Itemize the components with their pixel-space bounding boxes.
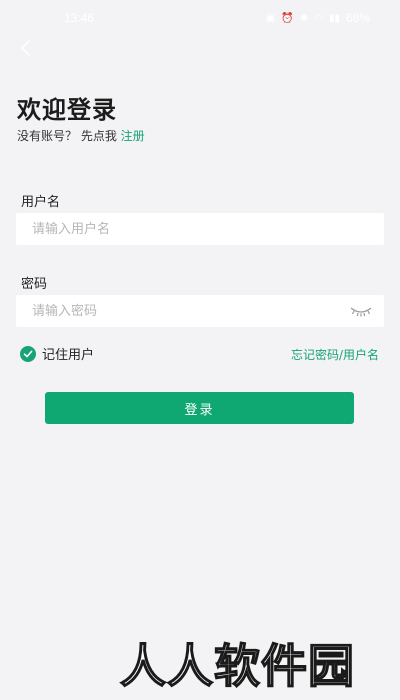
- status-icons: ▣ ⏰ ✱ ◠ ▮▮ 68%: [266, 11, 370, 25]
- back-arrow-icon[interactable]: [16, 38, 36, 58]
- status-time: 13:46: [64, 11, 95, 25]
- register-link[interactable]: 注册: [121, 129, 145, 143]
- checkmark-icon: [20, 345, 36, 362]
- battery-percentage: 68%: [345, 11, 370, 25]
- password-input[interactable]: [16, 295, 384, 327]
- forgot-password-link[interactable]: 忘记密码/用户名: [291, 346, 379, 363]
- username-input[interactable]: [16, 213, 384, 245]
- status-bar: 13:46 ▣ ⏰ ✱ ◠ ▮▮ 68%: [0, 0, 400, 36]
- notification-icon: ▣: [265, 12, 276, 24]
- password-label: 密码: [21, 277, 48, 292]
- page-title: 欢迎登录: [17, 96, 117, 124]
- login-button[interactable]: 登录: [45, 392, 354, 424]
- username-label: 用户名: [21, 195, 61, 210]
- alarm-icon: ⏰: [281, 12, 294, 24]
- signal-icon: ▮▮: [328, 12, 340, 24]
- remember-user-checkbox[interactable]: 记住用户: [20, 344, 94, 363]
- watermark-logo: 人人软件园: [119, 638, 355, 694]
- wifi-icon: ◠: [314, 12, 323, 24]
- remember-user-label: 记住用户: [42, 348, 95, 363]
- register-prompt: 没有账号？ 先点我 注册: [17, 127, 145, 144]
- eye-closed-icon[interactable]: [349, 304, 373, 318]
- no-account-text: 没有账号？ 先点我: [17, 129, 117, 143]
- bluetooth-icon: ✱: [299, 12, 309, 24]
